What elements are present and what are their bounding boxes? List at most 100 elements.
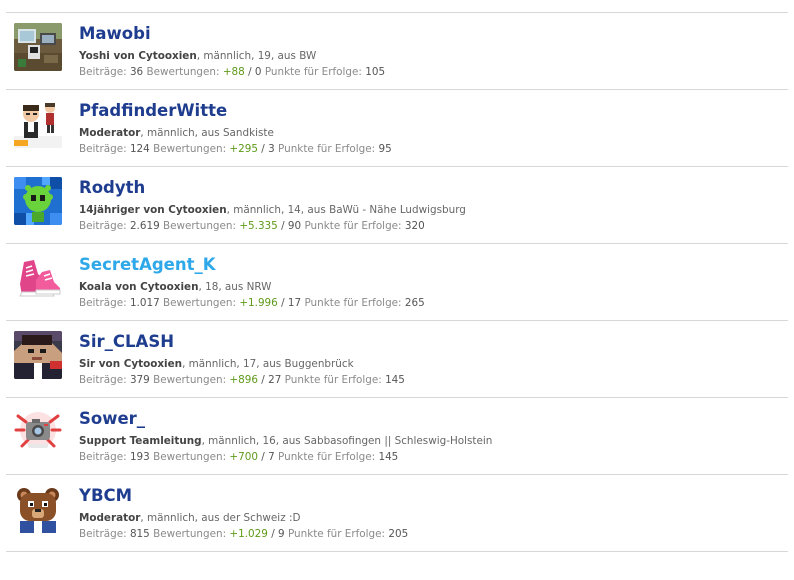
ratings-separator: / [261, 374, 265, 386]
posts-count: 1.017 [129, 297, 160, 309]
ratings-positive: +295 [229, 143, 258, 155]
ratings-negative: 17 [287, 297, 302, 309]
member-item: Sir_CLASH Sir von Cytooxien, männlich, 1… [6, 321, 788, 398]
posts-label: Beiträge: [79, 143, 127, 155]
username-link[interactable]: SecretAgent_K [79, 254, 784, 276]
points-label: Punkte für Erfolge: [278, 451, 376, 463]
username-link[interactable]: PfadfinderWitte [79, 100, 784, 122]
points-count: 265 [404, 297, 425, 309]
ratings-separator: / [248, 66, 252, 78]
ratings-label: Bewertungen: [153, 451, 227, 463]
posts-label: Beiträge: [79, 66, 127, 78]
green-creature-avatar-icon[interactable] [14, 177, 62, 225]
user-details: , männlich, 14, aus BaWü - Nähe Ludwigsb… [226, 204, 466, 216]
member-stats-line: Beiträge: 815 Bewertungen: +1.029 / 9 Pu… [79, 526, 784, 542]
member-item: SecretAgent_K Koala von Cytooxien, 18, a… [6, 244, 788, 321]
ratings-positive: +700 [229, 451, 258, 463]
user-details: , männlich, aus Sandkiste [140, 127, 274, 139]
member-title-line: Yoshi von Cytooxien, männlich, 19, aus B… [79, 48, 784, 64]
ratings-label: Bewertungen: [163, 297, 237, 309]
user-title: Sir von Cytooxien [79, 358, 183, 370]
member-item: PfadfinderWitte Moderator, männlich, aus… [6, 90, 788, 167]
user-details: , männlich, 19, aus BW [196, 50, 317, 62]
member-title-line: 14jähriger von Cytooxien, männlich, 14, … [79, 202, 784, 218]
pink-sneakers-avatar-icon[interactable] [14, 254, 62, 302]
ratings-negative: 90 [287, 220, 302, 232]
ratings-separator: / [281, 297, 285, 309]
points-count: 95 [378, 143, 392, 155]
camera-avatar-icon[interactable] [14, 408, 62, 456]
posts-count: 193 [129, 451, 150, 463]
member-list: Mawobi Yoshi von Cytooxien, männlich, 19… [6, 12, 788, 552]
posts-count: 815 [129, 528, 150, 540]
posts-count: 36 [129, 66, 144, 78]
member-title-line: Koala von Cytooxien, 18, aus NRW [79, 279, 784, 295]
ratings-positive: +1.029 [229, 528, 268, 540]
user-title: 14jähriger von Cytooxien [79, 204, 227, 216]
username-link[interactable]: Mawobi [79, 23, 784, 45]
ratings-positive: +5.335 [239, 220, 278, 232]
member-title-line: Moderator, männlich, aus Sandkiste [79, 125, 784, 141]
member-stats-line: Beiträge: 1.017 Bewertungen: +1.996 / 17… [79, 295, 784, 311]
posts-label: Beiträge: [79, 220, 127, 232]
member-stats-line: Beiträge: 36 Bewertungen: +88 / 0 Punkte… [79, 64, 784, 80]
member-item: Sower_ Support Teamleitung, männlich, 16… [6, 398, 788, 475]
member-info: Mawobi Yoshi von Cytooxien, männlich, 19… [79, 23, 784, 80]
member-info: SecretAgent_K Koala von Cytooxien, 18, a… [79, 254, 784, 311]
ratings-label: Bewertungen: [153, 528, 227, 540]
member-title-line: Moderator, männlich, aus der Schweiz :D [79, 510, 784, 526]
points-count: 320 [404, 220, 425, 232]
posts-label: Beiträge: [79, 297, 127, 309]
points-label: Punkte für Erfolge: [278, 143, 376, 155]
points-label: Punkte für Erfolge: [287, 528, 386, 540]
ratings-separator: / [271, 528, 275, 540]
posts-label: Beiträge: [79, 451, 127, 463]
user-title: Moderator [79, 512, 141, 524]
member-stats-line: Beiträge: 2.619 Bewertungen: +5.335 / 90… [79, 218, 784, 234]
minecraft-room-avatar-icon[interactable] [14, 23, 62, 71]
username-link[interactable]: Sir_CLASH [79, 331, 784, 353]
points-label: Punkte für Erfolge: [284, 374, 382, 386]
ratings-label: Bewertungen: [153, 374, 227, 386]
ratings-negative: 0 [254, 66, 262, 78]
points-label: Punkte für Erfolge: [264, 66, 362, 78]
cartoon-characters-avatar-icon[interactable] [14, 100, 62, 148]
username-link[interactable]: Sower_ [79, 408, 784, 430]
points-label: Punkte für Erfolge: [304, 297, 402, 309]
user-details: , männlich, 16, aus Sabbasofingen || Sch… [201, 435, 493, 447]
member-title-line: Support Teamleitung, männlich, 16, aus S… [79, 433, 784, 449]
ratings-negative: 3 [268, 143, 275, 155]
member-stats-line: Beiträge: 124 Bewertungen: +295 / 3 Punk… [79, 141, 784, 157]
member-item: YBCM Moderator, männlich, aus der Schwei… [6, 475, 788, 552]
ratings-positive: +88 [222, 66, 245, 78]
member-info: YBCM Moderator, männlich, aus der Schwei… [79, 485, 784, 542]
user-title: Support Teamleitung [79, 435, 202, 447]
posts-count: 124 [129, 143, 150, 155]
member-title-line: Sir von Cytooxien, männlich, 17, aus Bug… [79, 356, 784, 372]
points-count: 145 [385, 374, 405, 386]
user-title: Moderator [79, 127, 141, 139]
username-link[interactable]: Rodyth [79, 177, 784, 199]
member-info: PfadfinderWitte Moderator, männlich, aus… [79, 100, 784, 157]
member-info: Sir_CLASH Sir von Cytooxien, männlich, 1… [79, 331, 784, 388]
brown-bear-avatar-icon[interactable] [14, 485, 62, 533]
ratings-separator: / [261, 451, 265, 463]
ratings-positive: +1.996 [239, 297, 278, 309]
user-title: Yoshi von Cytooxien [79, 50, 197, 62]
user-title: Koala von Cytooxien [79, 281, 199, 293]
member-info: Sower_ Support Teamleitung, männlich, 16… [79, 408, 784, 465]
member-stats-line: Beiträge: 379 Bewertungen: +896 / 27 Pun… [79, 372, 784, 388]
ratings-negative: 7 [268, 451, 275, 463]
user-details: , männlich, aus der Schweiz :D [140, 512, 301, 524]
username-link[interactable]: YBCM [79, 485, 784, 507]
ratings-label: Bewertungen: [163, 220, 237, 232]
ratings-negative: 27 [268, 374, 282, 386]
points-count: 145 [378, 451, 399, 463]
ratings-separator: / [261, 143, 265, 155]
points-label: Punkte für Erfolge: [304, 220, 402, 232]
member-stats-line: Beiträge: 193 Bewertungen: +700 / 7 Punk… [79, 449, 784, 465]
points-count: 205 [388, 528, 409, 540]
pixel-character-avatar-icon[interactable] [14, 331, 62, 379]
posts-count: 2.619 [129, 220, 160, 232]
posts-label: Beiträge: [79, 374, 127, 386]
